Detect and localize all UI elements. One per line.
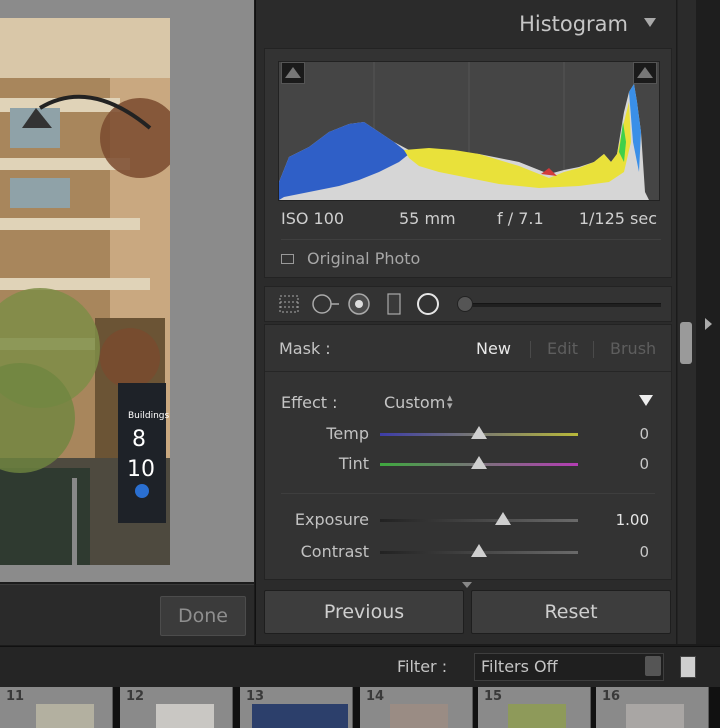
svg-text:Buildings: Buildings — [128, 411, 170, 421]
filmstrip-cell[interactable]: 13 — [240, 687, 353, 728]
highlight-clipping-indicator[interactable] — [633, 62, 657, 84]
mask-edit-button[interactable]: Edit — [547, 339, 578, 358]
original-photo-checkbox[interactable] — [281, 254, 294, 264]
thumbnail[interactable] — [626, 704, 684, 728]
radial-filter-icon[interactable] — [415, 292, 441, 316]
collapse-triangle-icon[interactable] — [644, 18, 656, 27]
reset-button[interactable]: Reset — [471, 590, 671, 634]
focal-length-value: 55 mm — [399, 209, 456, 228]
panel-end-icon — [462, 582, 472, 588]
thumbnail[interactable] — [156, 704, 214, 728]
svg-text:10: 10 — [127, 457, 155, 482]
filter-lock-icon[interactable] — [680, 656, 696, 678]
frame-number: 15 — [484, 689, 503, 704]
shadow-clipping-indicator[interactable] — [281, 62, 305, 84]
red-eye-icon[interactable] — [347, 292, 371, 316]
tint-label: Tint — [338, 454, 369, 473]
photo-image: Buildings 8 10 — [0, 18, 170, 565]
original-photo-label: Original Photo — [307, 249, 421, 268]
mask-separator — [593, 341, 594, 358]
histogram-chart — [279, 62, 649, 200]
filmstrip-cell[interactable]: 11 — [0, 687, 113, 728]
tool-slider-track[interactable] — [465, 303, 661, 307]
thumbnail[interactable] — [390, 704, 448, 728]
done-button[interactable]: Done — [160, 596, 246, 636]
histogram-metadata: ISO 100 55 mm f / 7.1 1/125 sec — [281, 209, 657, 231]
spot-removal-icon[interactable] — [311, 292, 341, 316]
panel-scrollbar[interactable] — [677, 0, 696, 644]
thumbnail[interactable] — [252, 704, 348, 728]
tint-value[interactable]: 0 — [589, 455, 649, 473]
frame-number: 14 — [366, 689, 385, 704]
iso-value: ISO 100 — [281, 209, 345, 228]
photo-preview[interactable]: Buildings 8 10 — [0, 18, 170, 565]
mask-panel: Mask : New Edit Brush Effect : Custom ▴ ▾… — [264, 324, 672, 580]
filmstrip-cell[interactable]: 12 — [120, 687, 233, 728]
frame-number: 12 — [126, 689, 145, 704]
contrast-value[interactable]: 0 — [589, 543, 649, 561]
svg-text:8: 8 — [132, 427, 146, 452]
temp-slider-knob[interactable] — [471, 426, 487, 439]
filter-bar: Filter : Filters Off — [0, 646, 720, 687]
filmstrip[interactable]: 11 12 13 14 15 16 — [0, 687, 720, 728]
contrast-slider-knob[interactable] — [471, 544, 487, 557]
aperture-value: f / 7.1 — [497, 209, 544, 228]
filmstrip-cell[interactable]: 14 — [360, 687, 473, 728]
filter-value: Filters Off — [481, 657, 558, 676]
exposure-label: Exposure — [294, 510, 369, 529]
effect-collapse-icon[interactable] — [639, 395, 653, 406]
effect-stepper-icon[interactable]: ▴ ▾ — [447, 392, 453, 411]
effect-dropdown[interactable]: Custom — [384, 393, 445, 412]
effect-label: Effect : — [281, 393, 338, 412]
mask-label: Mask : — [279, 339, 331, 358]
scrollbar-thumb[interactable] — [680, 322, 692, 364]
histogram-header[interactable]: Histogram — [256, 0, 670, 46]
mask-separator — [530, 341, 531, 358]
mask-row: Mask : New Edit Brush — [265, 325, 671, 372]
filmstrip-cell[interactable]: 16 — [596, 687, 709, 728]
histogram-graph[interactable] — [278, 61, 660, 201]
graduated-filter-icon[interactable] — [385, 292, 405, 316]
expand-panel-arrow-icon[interactable] — [705, 318, 712, 330]
crop-overlay-icon[interactable] — [277, 292, 301, 316]
bottom-buttons: Previous Reset — [264, 590, 671, 634]
mask-brush-button[interactable]: Brush — [610, 339, 656, 358]
contrast-label: Contrast — [300, 542, 369, 561]
thumbnail[interactable] — [508, 704, 566, 728]
frame-number: 11 — [6, 689, 25, 704]
previous-button[interactable]: Previous — [264, 590, 464, 634]
section-divider — [281, 493, 655, 494]
tool-slider-knob[interactable] — [457, 296, 473, 312]
thumbnail[interactable] — [36, 704, 94, 728]
filmstrip-cell[interactable]: 15 — [478, 687, 591, 728]
original-photo-row[interactable]: Original Photo — [281, 239, 661, 270]
tint-slider-knob[interactable] — [471, 456, 487, 469]
filter-label: Filter : — [397, 657, 448, 676]
shutter-speed-value: 1/125 sec — [578, 209, 657, 228]
exposure-value[interactable]: 1.00 — [589, 511, 649, 529]
exposure-slider[interactable] — [380, 519, 578, 522]
tool-strip — [264, 286, 672, 322]
frame-number: 16 — [602, 689, 621, 704]
frame-number: 13 — [246, 689, 265, 704]
filter-stepper-icon[interactable] — [645, 656, 661, 676]
temp-label: Temp — [326, 424, 369, 443]
develop-panel: Histogram ISO 100 55 mm f / 7.1 1/125 se — [255, 0, 676, 644]
histogram-panel: ISO 100 55 mm f / 7.1 1/125 sec Original… — [264, 48, 672, 278]
temp-value[interactable]: 0 — [589, 425, 649, 443]
mask-new-button[interactable]: New — [476, 339, 511, 358]
histogram-title: Histogram — [519, 12, 628, 36]
filter-dropdown[interactable]: Filters Off — [474, 653, 664, 681]
photo-canvas[interactable]: Buildings 8 10 — [0, 0, 254, 582]
exposure-slider-knob[interactable] — [494, 512, 511, 525]
